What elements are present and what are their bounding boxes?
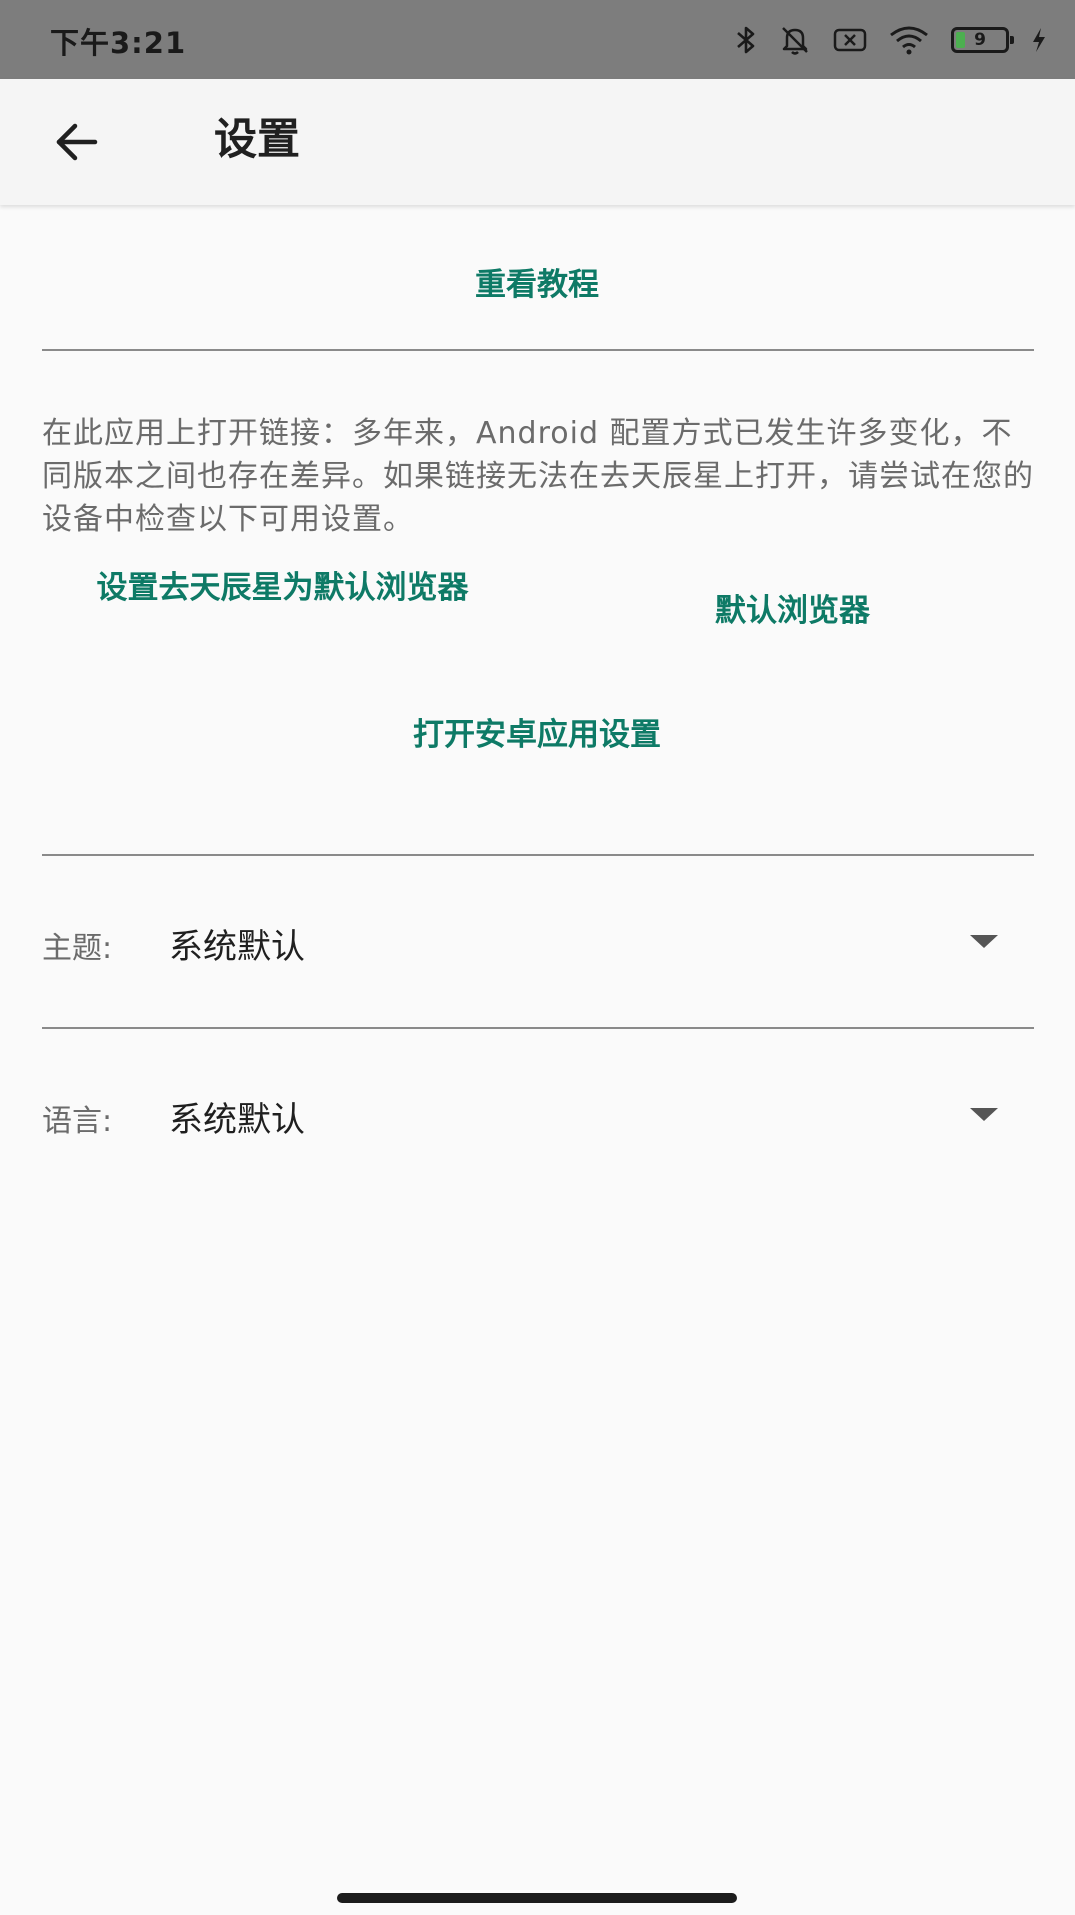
page-title: 设置 — [214, 115, 300, 165]
caret-down-icon — [970, 935, 998, 948]
bluetooth-icon — [735, 24, 757, 56]
battery-icon: 9 — [951, 27, 1014, 53]
divider — [42, 349, 1034, 351]
divider — [42, 854, 1034, 856]
status-time: 下午3:21 — [50, 26, 187, 60]
language-label: 语言: — [42, 1104, 113, 1139]
app-bar: 设置 — [0, 79, 1075, 205]
language-dropdown[interactable]: 语言: 系统默认 — [42, 1076, 1034, 1156]
caret-down-icon — [970, 1108, 998, 1121]
set-default-browser-button[interactable]: 设置去天辰星为默认浏览器 — [60, 568, 505, 608]
wifi-icon — [889, 25, 929, 55]
status-icons: 9 — [735, 22, 1047, 58]
home-indicator[interactable] — [337, 1893, 737, 1903]
battery-level: 9 — [974, 30, 986, 50]
info-text: 在此应用上打开链接：多年来，Android 配置方式已发生许多变化，不同版本之间… — [42, 416, 1034, 537]
back-button[interactable] — [40, 109, 112, 175]
status-bar: 下午3:21 9 — [0, 0, 1075, 79]
open-android-settings-button[interactable]: 打开安卓应用设置 — [337, 715, 737, 755]
default-browser-button[interactable]: 默认浏览器 — [650, 591, 935, 631]
sim-off-icon — [833, 27, 867, 53]
theme-value: 系统默认 — [169, 927, 305, 967]
charging-icon — [1031, 27, 1047, 53]
language-value: 系统默认 — [169, 1100, 305, 1140]
theme-label: 主题: — [42, 931, 113, 966]
arrow-left-icon — [56, 123, 98, 161]
bell-off-icon — [779, 24, 811, 56]
theme-dropdown[interactable]: 主题: 系统默认 — [42, 903, 1034, 983]
rewatch-tutorial-button[interactable]: 重看教程 — [387, 265, 687, 305]
divider — [42, 1027, 1034, 1029]
